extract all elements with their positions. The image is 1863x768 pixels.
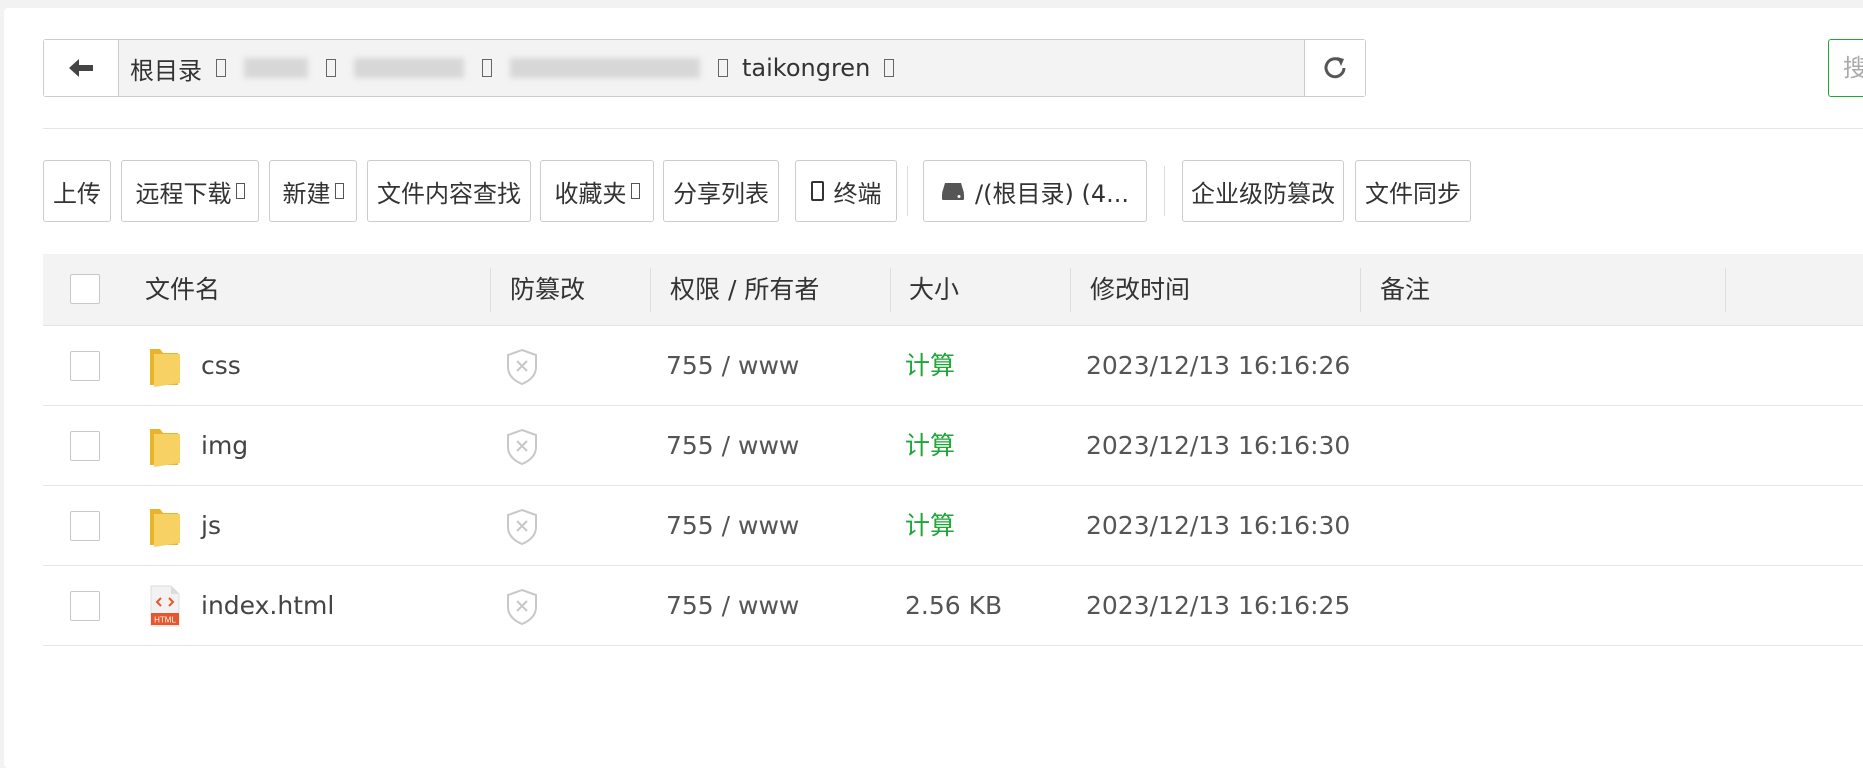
refresh-button[interactable]	[1304, 40, 1365, 96]
folder-icon	[150, 509, 180, 547]
perm-owner[interactable]: 755 / www	[666, 486, 799, 566]
favorites-button[interactable]: 收藏夹	[540, 160, 654, 222]
tamper-shield-icon[interactable]	[505, 588, 539, 626]
breadcrumb-current[interactable]: taikongren	[742, 54, 870, 82]
breadcrumb-obscured-segment[interactable]	[510, 58, 700, 78]
mtime: 2023/12/13 16:16:26	[1086, 351, 1351, 380]
column-resize-handle[interactable]	[1360, 268, 1361, 312]
breadcrumb-obscured-segment[interactable]	[244, 58, 308, 78]
column-resize-handle[interactable]	[1070, 268, 1071, 312]
column-resize-handle[interactable]	[490, 268, 491, 312]
html-file-icon: HTML	[150, 585, 180, 627]
column-resize-handle[interactable]	[890, 268, 891, 312]
file-table-header: 文件名 防篡改 权限 / 所有者 大小 修改时间 备注	[43, 254, 1863, 326]
html-badge-text: HTML	[154, 616, 176, 625]
folder-icon	[150, 429, 180, 467]
header-divider	[43, 128, 1863, 129]
breadcrumb: 根目录 taikongren	[130, 40, 908, 96]
header-perm-owner: 权限 / 所有者	[670, 275, 820, 304]
tamper-shield-icon[interactable]	[505, 348, 539, 386]
header-name[interactable]: 文件名	[145, 254, 220, 326]
mtime: 2023/12/13 16:16:30	[1086, 511, 1351, 540]
size-calc-link[interactable]: 计算	[905, 326, 955, 406]
header-mtime[interactable]: 修改时间	[1090, 254, 1190, 326]
table-row[interactable]: css 755 / www 计算 2023/12/13 16:16:26	[43, 326, 1863, 406]
dropdown-icon	[334, 183, 344, 199]
row-checkbox[interactable]	[70, 591, 100, 621]
mtime: 2023/12/13 16:16:25	[1086, 591, 1351, 620]
breadcrumb-separator-icon	[482, 59, 492, 77]
dropdown-icon	[235, 183, 245, 199]
remote-download-button[interactable]: 远程下载	[121, 160, 259, 222]
enterprise-tamper-button[interactable]: 企业级防篡改	[1182, 160, 1344, 222]
path-bar: 根目录 taikongren	[43, 39, 1366, 97]
content-search-button[interactable]: 文件内容查找	[367, 160, 531, 222]
table-row[interactable]: img 755 / www 计算 2023/12/13 16:16:30	[43, 406, 1863, 486]
tamper-shield-icon[interactable]	[505, 428, 539, 466]
toolbar-divider	[907, 166, 908, 216]
perm-owner[interactable]: 755 / www	[666, 566, 799, 646]
size-calc-link[interactable]: 计算	[905, 486, 955, 566]
select-all-checkbox[interactable]	[70, 274, 100, 304]
mtime: 2023/12/13 16:16:30	[1086, 431, 1351, 460]
arrow-left-icon	[69, 59, 93, 77]
file-size: 2.56 KB	[905, 591, 1003, 620]
hard-drive-icon	[942, 183, 965, 200]
file-sync-button[interactable]: 文件同步	[1355, 160, 1471, 222]
size-calc-link[interactable]: 计算	[905, 406, 955, 486]
file-name[interactable]: js	[201, 486, 221, 566]
breadcrumb-root[interactable]: 根目录	[130, 51, 202, 86]
row-checkbox[interactable]	[70, 431, 100, 461]
breadcrumb-obscured-segment[interactable]	[354, 58, 464, 78]
header-size[interactable]: 大小	[909, 254, 959, 326]
terminal-icon	[810, 181, 824, 201]
header-tamper: 防篡改	[510, 275, 586, 304]
refresh-icon	[1324, 57, 1346, 79]
dropdown-icon	[630, 183, 640, 199]
perm-owner[interactable]: 755 / www	[666, 406, 799, 486]
breadcrumb-separator-icon	[326, 59, 336, 77]
new-button[interactable]: 新建	[269, 160, 357, 222]
row-checkbox[interactable]	[70, 511, 100, 541]
breadcrumb-separator-icon	[718, 59, 728, 77]
file-name[interactable]: img	[201, 406, 248, 486]
disk-button[interactable]: /(根目录) (4...	[923, 160, 1147, 222]
back-button[interactable]	[44, 40, 119, 96]
share-list-button[interactable]: 分享列表	[663, 160, 779, 222]
row-checkbox[interactable]	[70, 351, 100, 381]
tamper-shield-icon[interactable]	[505, 508, 539, 546]
breadcrumb-separator-icon	[884, 59, 895, 77]
column-resize-handle[interactable]	[650, 268, 651, 312]
file-name[interactable]: css	[201, 326, 241, 406]
table-row[interactable]: HTML index.html 755 / www 2.56 KB 2023/1…	[43, 566, 1863, 646]
breadcrumb-separator-icon	[216, 59, 226, 77]
header-note: 备注	[1380, 275, 1431, 304]
search-input[interactable]: 搜	[1828, 39, 1863, 97]
toolbar-divider	[1164, 166, 1165, 216]
terminal-button[interactable]: 终端	[795, 160, 897, 222]
perm-owner[interactable]: 755 / www	[666, 326, 799, 406]
upload-button[interactable]: 上传	[43, 160, 111, 222]
folder-icon	[150, 349, 180, 387]
table-row[interactable]: js 755 / www 计算 2023/12/13 16:16:30	[43, 486, 1863, 566]
column-resize-handle[interactable]	[1725, 268, 1726, 312]
file-name[interactable]: index.html	[201, 566, 334, 646]
